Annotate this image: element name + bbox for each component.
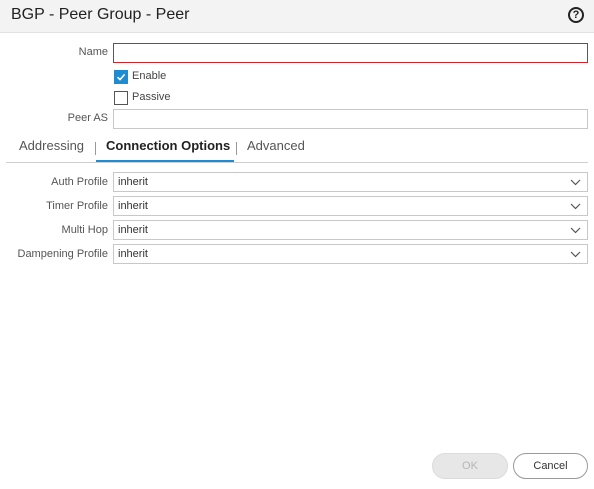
multi-hop-select[interactable]: inherit [113, 220, 588, 240]
tab-bar-divider [6, 162, 588, 163]
tab-connection-options[interactable]: Connection Options [106, 138, 230, 153]
multi-hop-value: inherit [118, 224, 148, 236]
timer-profile-label: Timer Profile [46, 200, 108, 212]
auth-profile-label: Auth Profile [51, 176, 108, 188]
help-icon[interactable]: ? [568, 7, 584, 23]
chevron-down-icon [570, 251, 581, 258]
peer-as-label: Peer AS [67, 112, 108, 124]
enable-checkbox[interactable] [114, 70, 128, 84]
peer-as-input[interactable] [113, 109, 588, 129]
name-input[interactable] [113, 43, 588, 63]
name-label: Name [78, 46, 108, 58]
cancel-button[interactable]: Cancel [513, 453, 588, 479]
dampening-profile-label: Dampening Profile [17, 248, 109, 260]
multi-hop-label: Multi Hop [61, 224, 108, 236]
active-tab-indicator [96, 160, 234, 162]
auth-profile-value: inherit [118, 176, 148, 188]
timer-profile-select[interactable]: inherit [113, 196, 588, 216]
auth-profile-select[interactable]: inherit [113, 172, 588, 192]
tab-separator [236, 142, 237, 155]
chevron-down-icon [570, 179, 581, 186]
dampening-profile-value: inherit [118, 248, 148, 260]
chevron-down-icon [570, 227, 581, 234]
dialog-titlebar: BGP - Peer Group - Peer ? [0, 0, 594, 33]
ok-button[interactable]: OK [432, 453, 508, 479]
tab-separator [95, 142, 96, 155]
timer-profile-value: inherit [118, 200, 148, 212]
dampening-profile-select[interactable]: inherit [113, 244, 588, 264]
passive-label: Passive [132, 91, 171, 103]
dialog-title: BGP - Peer Group - Peer [11, 6, 190, 23]
enable-label: Enable [132, 70, 167, 82]
tab-advanced[interactable]: Advanced [247, 138, 305, 153]
tab-addressing[interactable]: Addressing [19, 138, 84, 153]
chevron-down-icon [570, 203, 581, 210]
passive-checkbox[interactable] [114, 91, 128, 105]
